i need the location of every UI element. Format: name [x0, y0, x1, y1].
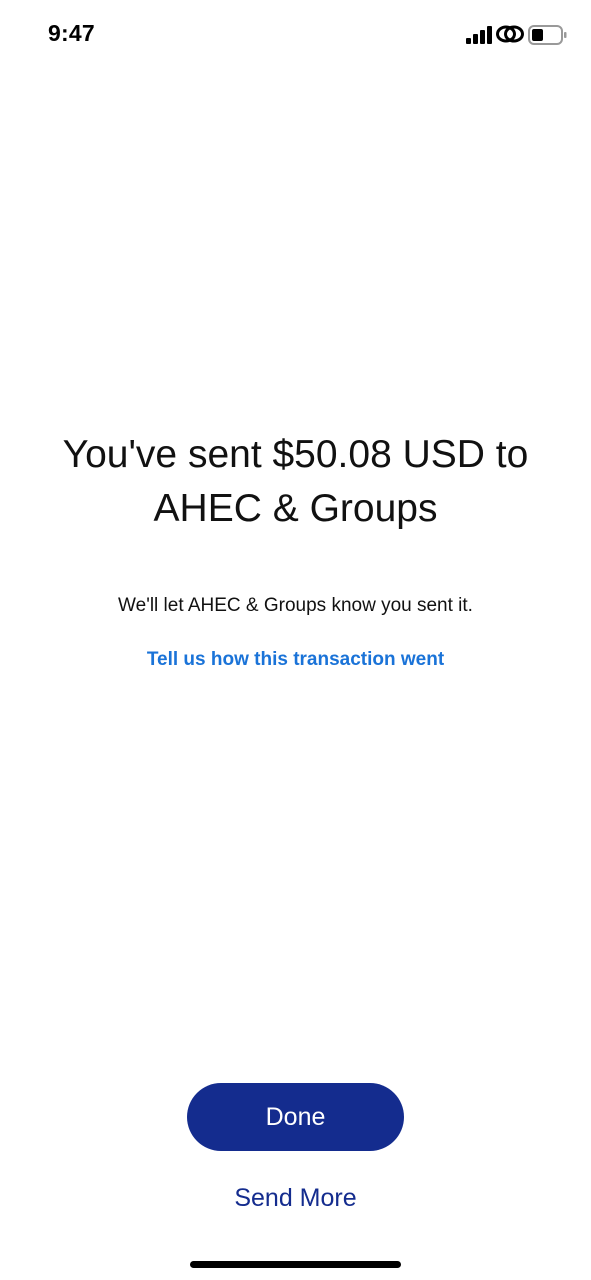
confirmation-subtext: We'll let AHEC & Groups know you sent it…: [118, 595, 473, 616]
battery-icon: [528, 25, 567, 45]
signal-icon: [466, 25, 493, 44]
done-button[interactable]: Done: [187, 1083, 404, 1151]
transaction-feedback-link[interactable]: Tell us how this transaction went: [20, 646, 571, 674]
confirmation-headline: You've sent $50.08 USD to AHEC & Groups: [62, 433, 529, 530]
link-icon: [496, 25, 524, 43]
send-more-button[interactable]: Send More: [195, 1180, 396, 1216]
payment-confirmation-screen: 9:47 You've sent $50.08 USD to AHEC & Gr…: [0, 0, 591, 1280]
home-indicator[interactable]: [190, 1261, 401, 1268]
status-time: 9:47: [48, 20, 95, 46]
status-bar: 9:47: [0, 0, 591, 70]
